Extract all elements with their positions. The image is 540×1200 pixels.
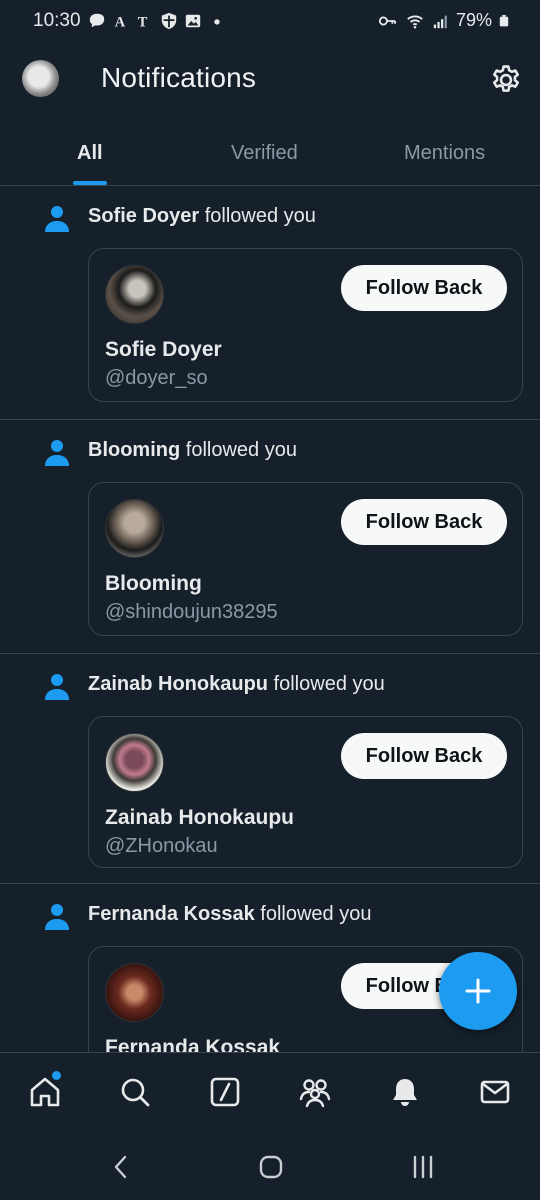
profile-avatar[interactable] bbox=[22, 60, 59, 97]
user-card[interactable]: Follow Back Zainab Honokaupu @ZHonokau bbox=[88, 716, 523, 868]
compose-button[interactable] bbox=[439, 952, 517, 1030]
notification-text: Zainab Honokaupu followed you bbox=[88, 673, 385, 696]
user-card-handle: @shindoujun38295 bbox=[105, 601, 278, 623]
notification-action: followed you bbox=[199, 205, 316, 227]
follow-back-button[interactable]: Follow Back bbox=[341, 265, 507, 311]
bottom-nav bbox=[0, 1052, 540, 1135]
notification-action: followed you bbox=[180, 439, 297, 461]
plus-icon bbox=[465, 978, 491, 1004]
status-right: 79% bbox=[376, 10, 510, 31]
notification-text: Sofie Doyer followed you bbox=[88, 205, 316, 228]
tab-verified[interactable]: Verified bbox=[231, 142, 298, 165]
mail-icon[interactable] bbox=[478, 1075, 512, 1109]
user-card[interactable]: Follow Back Blooming @shindoujun38295 bbox=[88, 482, 523, 636]
recents-icon[interactable] bbox=[410, 1154, 436, 1180]
user-card-name: Sofie Doyer bbox=[105, 338, 222, 361]
notification-action: followed you bbox=[268, 673, 385, 695]
status-time: 10:30 bbox=[33, 10, 81, 31]
key-icon bbox=[378, 16, 396, 25]
user-avatar[interactable] bbox=[105, 963, 164, 1022]
user-card[interactable]: Follow Back Sofie Doyer @doyer_so bbox=[88, 248, 523, 402]
home-circle-icon[interactable] bbox=[258, 1154, 284, 1180]
user-card-name: Zainab Honokaupu bbox=[105, 806, 294, 829]
notification-action: followed you bbox=[254, 903, 372, 925]
wifi-icon bbox=[407, 15, 423, 29]
person-icon bbox=[45, 440, 69, 466]
app-header: Notifications bbox=[0, 46, 540, 116]
follow-back-button[interactable]: Follow Back bbox=[341, 499, 507, 545]
person-icon bbox=[45, 904, 69, 930]
dot-icon bbox=[214, 19, 220, 25]
notification-item[interactable]: Blooming followed you Follow Back Bloomi… bbox=[0, 420, 540, 654]
notification-user-name[interactable]: Blooming bbox=[88, 439, 180, 461]
grok-icon[interactable] bbox=[208, 1075, 242, 1109]
gear-icon[interactable] bbox=[489, 63, 523, 97]
shield-icon bbox=[161, 12, 177, 30]
user-card-handle: @ZHonokau bbox=[105, 835, 218, 857]
user-card-name: Blooming bbox=[105, 572, 202, 595]
user-card-handle: @doyer_so bbox=[105, 367, 208, 389]
nyt-icon: T bbox=[138, 14, 148, 30]
notification-item[interactable]: Zainab Honokaupu followed you Follow Bac… bbox=[0, 654, 540, 884]
notification-user-name[interactable]: Sofie Doyer bbox=[88, 205, 199, 227]
home-icon[interactable] bbox=[28, 1075, 62, 1109]
notification-item[interactable]: Sofie Doyer followed you Follow Back Sof… bbox=[0, 186, 540, 420]
person-icon bbox=[45, 674, 69, 700]
battery-percent: 79% bbox=[455, 10, 492, 30]
person-icon bbox=[45, 206, 69, 232]
user-card-name: Fernanda Kossak bbox=[105, 1036, 281, 1052]
home-unread-dot bbox=[52, 1071, 61, 1080]
signal-icon bbox=[433, 15, 447, 28]
communities-icon[interactable] bbox=[298, 1075, 332, 1109]
back-icon[interactable] bbox=[108, 1154, 134, 1180]
chat-bubble-icon bbox=[89, 13, 105, 28]
battery-icon bbox=[499, 14, 509, 26]
notification-user-name[interactable]: Fernanda Kossak bbox=[88, 903, 255, 925]
search-icon[interactable] bbox=[118, 1075, 152, 1109]
image-icon bbox=[185, 14, 201, 28]
tab-mentions[interactable]: Mentions bbox=[404, 142, 485, 165]
tab-bar: All Verified Mentions bbox=[0, 125, 540, 186]
page-title: Notifications bbox=[101, 62, 257, 93]
system-nav-bar bbox=[0, 1134, 540, 1200]
bell-icon[interactable] bbox=[388, 1075, 422, 1109]
tab-all[interactable]: All bbox=[77, 142, 103, 165]
user-avatar[interactable] bbox=[105, 733, 164, 792]
follow-back-button[interactable]: Follow Back bbox=[341, 733, 507, 779]
status-left-icons: A T bbox=[88, 12, 226, 30]
notification-user-name[interactable]: Zainab Honokaupu bbox=[88, 673, 268, 695]
notification-text: Blooming followed you bbox=[88, 439, 297, 462]
notification-text: Fernanda Kossak followed you bbox=[88, 903, 371, 926]
user-avatar[interactable] bbox=[105, 499, 164, 558]
svg-text:A: A bbox=[115, 14, 126, 30]
font-a-icon: A bbox=[115, 14, 126, 30]
status-bar: 10:30 A T 79% bbox=[0, 0, 540, 46]
svg-text:T: T bbox=[138, 14, 148, 30]
active-tab-indicator bbox=[73, 181, 107, 185]
user-avatar[interactable] bbox=[105, 265, 164, 324]
